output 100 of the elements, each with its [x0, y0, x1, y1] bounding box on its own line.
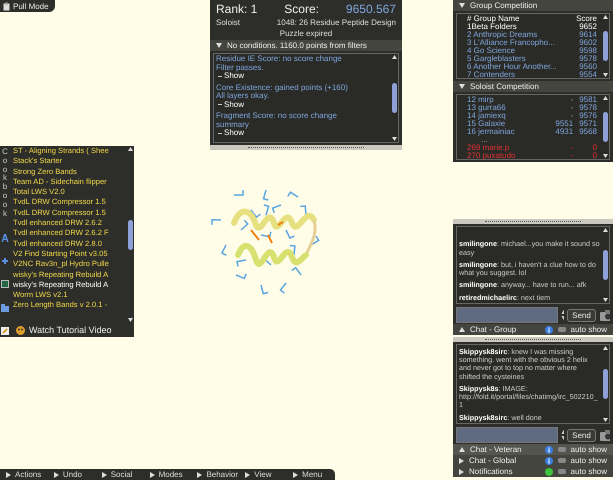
group-score: - [570, 104, 574, 112]
group-name: 7 Contenders [467, 71, 516, 79]
scrollbar-thumb[interactable] [603, 250, 608, 280]
spinner-icon[interactable] [561, 309, 564, 321]
group-name: 2 Anthropic Dreams [467, 31, 538, 39]
player-name: 12 mirp [467, 96, 495, 104]
group-name: 3 L'Alliance Francopho... [467, 39, 556, 47]
scroll-down-icon[interactable] [603, 73, 608, 77]
scroll-up-icon[interactable] [603, 96, 608, 100]
scrollbar-thumb[interactable] [603, 369, 608, 399]
auto-show-label: auto show [570, 445, 607, 454]
group-score: 9614 [578, 31, 597, 39]
chat-tab[interactable]: Chat - Group auto show [453, 324, 613, 335]
scroll-up-icon[interactable] [603, 228, 608, 232]
scrollbar-thumb[interactable] [603, 112, 608, 142]
scroll-up-icon[interactable] [603, 346, 608, 350]
player-name: 15 Galaxie [467, 120, 506, 128]
filters-header[interactable]: No conditions. 1160.0 points from filters [210, 40, 402, 51]
triangle-icon [102, 472, 107, 478]
scrollbar-thumb[interactable] [392, 83, 397, 113]
column-header: Score [576, 15, 597, 23]
group-score: 9551 [555, 120, 574, 128]
filter-detail: summary [216, 120, 249, 129]
scroll-up-icon[interactable] [603, 15, 608, 19]
filter-detail: Filter passes. [216, 64, 265, 72]
scroll-down-icon[interactable] [603, 418, 608, 422]
mode-label: Soloist [216, 18, 240, 27]
player-score: 9581 [579, 96, 597, 104]
scroll-down-icon[interactable] [392, 137, 397, 141]
triangle-icon [459, 327, 465, 332]
show-button[interactable]: Show [216, 129, 244, 138]
triangle-icon [293, 472, 298, 478]
group-score: 4931 [555, 128, 574, 136]
scrollbar-thumb[interactable] [128, 220, 133, 250]
auto-show-label: auto show [570, 325, 607, 334]
chat-tab[interactable]: Chat - Global auto show [453, 455, 613, 466]
group-score: - [570, 144, 574, 152]
scroll-up-icon[interactable] [392, 55, 397, 59]
scroll-down-icon[interactable] [603, 298, 608, 302]
chat-tab[interactable]: Chat - Veteran auto show [453, 444, 613, 455]
player-score: 9568 [579, 128, 597, 136]
triangle-icon [54, 472, 59, 478]
camera-icon[interactable] [598, 428, 610, 442]
triangle-icon [459, 84, 465, 89]
group-name: 4 Go Science [467, 47, 516, 55]
group-score: - [570, 152, 574, 160]
triangle-icon [150, 472, 155, 478]
puzzle-title: 1048: 26 Residue Peptide Design [276, 18, 396, 27]
chat-input[interactable] [456, 307, 558, 323]
filter-detail: All layers okay. [216, 92, 270, 100]
auto-show-toggle[interactable] [558, 469, 566, 474]
column-header: # Group Name [467, 15, 520, 23]
group-score: 9598 [578, 47, 597, 55]
menu-button[interactable]: Behavior [191, 470, 240, 479]
folder-icon[interactable] [1, 304, 9, 312]
edit-icon[interactable] [1, 326, 9, 335]
group-score: 9578 [578, 55, 597, 63]
plus-icon[interactable] [1, 257, 9, 265]
status-icon[interactable] [544, 468, 553, 476]
menu-button[interactable]: View [239, 470, 288, 479]
camera-icon[interactable] [598, 308, 610, 322]
auto-show-toggle[interactable] [558, 447, 566, 452]
resize-handle[interactable] [210, 145, 402, 150]
player-name: 13 gurra66 [467, 104, 507, 112]
info-icon[interactable] [544, 446, 553, 454]
chat-tab[interactable]: Notifications auto show [453, 466, 613, 477]
scroll-down-icon[interactable] [603, 154, 608, 158]
player-name: 270 puxatudo [467, 152, 516, 160]
filter-title: Residue IE Score: no score change [216, 55, 343, 64]
show-button[interactable]: Show [216, 72, 244, 80]
send-button[interactable]: Send [567, 428, 596, 442]
info-icon[interactable] [544, 456, 553, 464]
group-name: 5 Gargleblasters [467, 55, 527, 63]
group-score: 9560 [578, 63, 597, 71]
spinner-icon[interactable] [561, 429, 564, 441]
terminal-icon[interactable] [1, 280, 9, 288]
send-button[interactable]: Send [567, 308, 596, 322]
pull-mode-button[interactable]: Pull Mode [0, 0, 55, 12]
auto-show-toggle[interactable] [558, 327, 566, 332]
resize-handle[interactable] [453, 219, 613, 224]
info-icon[interactable] [544, 326, 553, 334]
menu-button[interactable]: Undo [48, 470, 96, 479]
resize-handle[interactable] [453, 337, 613, 342]
scroll-up-icon[interactable] [128, 147, 133, 151]
filter-title: Fragment Score: no score change [216, 112, 338, 120]
menu-button[interactable]: Modes [144, 470, 192, 479]
ellipsis-text: ... [481, 136, 488, 144]
soloist-competition-header[interactable]: Soloist Competition [453, 81, 613, 92]
menu-button[interactable]: Social [96, 470, 144, 479]
auto-show-toggle[interactable] [558, 458, 566, 463]
menu-button[interactable]: Menu [287, 470, 336, 479]
font-icon[interactable] [1, 234, 9, 242]
chat-input[interactable] [456, 427, 558, 443]
group-competition-header[interactable]: Group Competition [453, 0, 613, 11]
player-score: 9578 [579, 104, 597, 112]
triangle-icon [459, 3, 465, 8]
player-name: 16 jermainiac [467, 128, 516, 136]
show-button[interactable]: Show [216, 100, 244, 109]
scrollbar-thumb[interactable] [603, 31, 608, 61]
menu-button[interactable]: Actions [0, 470, 48, 479]
